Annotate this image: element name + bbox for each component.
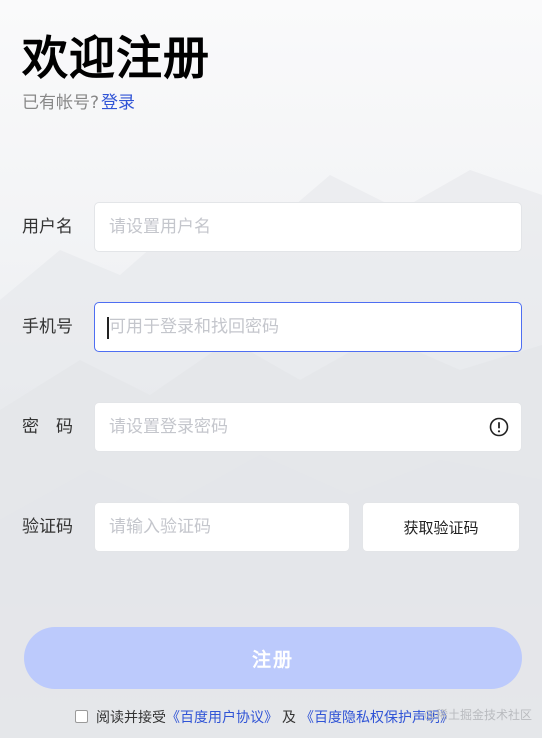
agreement-connector: 及 [282,710,296,726]
warning-circle-icon[interactable] [489,417,509,437]
phone-field-box [94,302,522,352]
password-field-box [94,402,522,452]
agreement-row: 阅读并接受《百度用户协议》及《百度隐私权保护声明》 [75,708,454,728]
get-code-button[interactable]: 获取验证码 [362,502,520,552]
agreement-prefix: 阅读并接受 [96,710,166,726]
code-field-box [94,502,350,552]
user-agreement-link[interactable]: 《百度用户协议》 [166,710,278,726]
username-field-box [94,202,522,252]
watermark: @稀土掘金技术社区 [424,708,533,722]
register-button[interactable]: 注册 [24,627,522,689]
code-label: 验证码 [22,517,73,537]
text-caret [107,317,109,339]
page-title: 欢迎注册 [22,31,210,85]
username-label: 用户名 [22,217,73,237]
password-input[interactable] [95,403,521,451]
login-prompt-text: 已有帐号? [22,93,100,113]
password-label: 密 码 [22,417,73,437]
login-prompt: 已有帐号? 登录 [22,92,135,114]
phone-label: 手机号 [22,317,73,337]
login-link[interactable]: 登录 [101,93,135,113]
phone-input[interactable] [95,303,521,351]
code-input[interactable] [95,503,349,551]
agreement-checkbox[interactable] [75,709,88,723]
username-input[interactable] [95,203,521,251]
